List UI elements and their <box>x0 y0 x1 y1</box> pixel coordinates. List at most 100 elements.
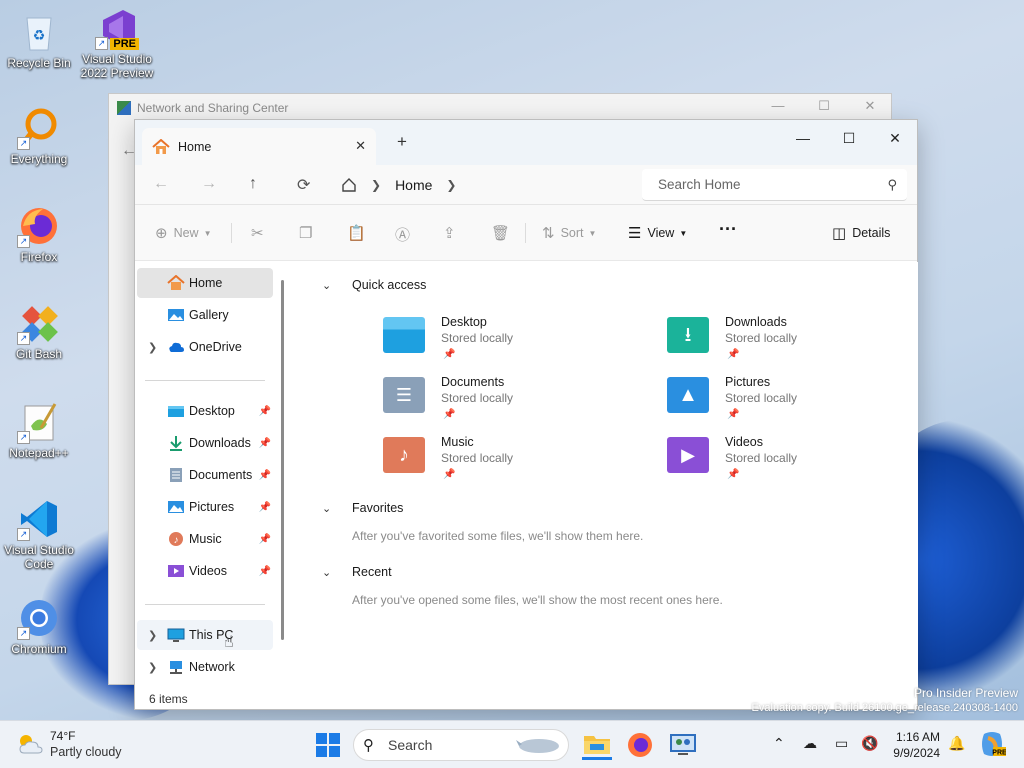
shortcut-arrow-icon: ↗ <box>17 137 30 150</box>
desktop-icon-visual-studio-preview[interactable]: PRE ↗ Visual Studio 2022 Preview <box>78 6 156 80</box>
sidebar-item-videos[interactable]: Videos 📌 <box>137 556 273 586</box>
quick-access-item[interactable]: ▲ Pictures Stored locally 📌 <box>667 375 907 431</box>
bg-minimize-button[interactable]: — <box>755 98 801 118</box>
chevron-down-icon[interactable]: ⌄ <box>322 279 352 292</box>
breadcrumb-item[interactable]: Home <box>395 177 432 193</box>
pin-icon[interactable]: 📌 <box>259 566 271 577</box>
delete-button[interactable]: 🗑 <box>491 224 516 242</box>
item-name: Videos <box>725 435 763 449</box>
taskbar-firefox[interactable] <box>625 730 655 760</box>
temperature: 74°F <box>50 729 76 743</box>
taskbar-search[interactable]: ⚲ Search <box>353 729 569 761</box>
copilot-preview-button[interactable]: PRE <box>978 730 1008 760</box>
item-location: Stored locally <box>441 331 514 345</box>
view-icon: ☰ <box>628 225 642 242</box>
system-clock[interactable]: 1:16 AM 9/9/2024 <box>880 729 940 761</box>
pin-icon[interactable]: 📌 <box>259 502 271 513</box>
search-icon: ⚲ <box>887 177 897 192</box>
desktop-icon-vscode[interactable]: ↗ Visual Studio Code <box>0 497 78 571</box>
pin-icon[interactable]: 📌 <box>259 406 271 417</box>
quick-access-item[interactable]: ☰ Documents Stored locally 📌 <box>383 375 623 431</box>
taskbar-network-center[interactable] <box>668 730 698 760</box>
sidebar-scrollbar[interactable] <box>281 280 284 640</box>
tab-bar: Home ✕ + — ☐ ✕ <box>135 120 917 165</box>
paste-button[interactable]: 📋 <box>347 224 372 242</box>
details-button[interactable]: ◫ Details <box>832 224 890 242</box>
sidebar-item-network[interactable]: ❯ Network <box>137 652 273 682</box>
desktop-icon-firefox[interactable]: ↗ Firefox <box>0 204 78 264</box>
quick-access-item[interactable]: ♪ Music Stored locally 📌 <box>383 435 623 491</box>
section-recent[interactable]: ⌄ Recent <box>322 565 392 579</box>
start-button[interactable] <box>313 730 343 760</box>
section-favorites[interactable]: ⌄ Favorites <box>322 501 403 515</box>
notification-bell-icon[interactable]: 🔔 <box>948 735 965 752</box>
breadcrumb[interactable]: ❯ Home ❯ <box>341 171 470 199</box>
share-button[interactable]: ⇪ <box>443 224 462 242</box>
sort-button[interactable]: ⇅ Sort ▼ <box>542 224 596 242</box>
refresh-button[interactable]: ⟳ <box>297 175 310 195</box>
desktop-icon-notepad-plus-plus[interactable]: ↗ Notepad++ <box>0 400 78 460</box>
recent-empty-message: After you've opened some files, we'll sh… <box>352 593 723 607</box>
chevron-right-icon[interactable]: ❯ <box>148 341 157 354</box>
sidebar-item-music[interactable]: ♪ Music 📌 <box>137 524 273 554</box>
forward-button[interactable]: → <box>201 175 217 193</box>
sidebar-item-pictures[interactable]: Pictures 📌 <box>137 492 273 522</box>
sidebar-item-gallery[interactable]: Gallery <box>137 300 273 330</box>
section-quick-access[interactable]: ⌄ Quick access <box>322 278 426 292</box>
rename-button[interactable]: Ⓐ <box>395 224 416 245</box>
search-input[interactable]: Search Home ⚲ <box>642 169 907 201</box>
quick-access-item[interactable]: Desktop Stored locally 📌 <box>383 315 623 371</box>
view-button[interactable]: ☰ View ▼ <box>628 224 687 242</box>
pin-icon[interactable]: 📌 <box>259 438 271 449</box>
onedrive-offline-icon[interactable]: ☁ <box>803 735 817 752</box>
desktop-icon-chromium[interactable]: ↗ Chromium <box>0 596 78 656</box>
pin-icon[interactable]: 📌 <box>259 470 271 481</box>
desktop-icon-everything[interactable]: ↗ Everything <box>0 106 78 166</box>
sidebar-item-downloads[interactable]: Downloads 📌 <box>137 428 273 458</box>
volume-muted-icon[interactable]: 🔇 <box>861 735 878 752</box>
git-bash-icon: ↗ <box>17 301 61 345</box>
copy-button[interactable]: ❐ <box>299 224 318 242</box>
pin-icon[interactable]: 📌 <box>259 534 271 545</box>
more-options-button[interactable]: ··· <box>719 219 737 240</box>
chevron-right-icon[interactable]: ❯ <box>148 661 157 674</box>
maximize-button[interactable]: ☐ <box>826 124 872 152</box>
new-button[interactable]: ⊕ New ▼ <box>155 224 212 242</box>
display-icon[interactable]: ▭ <box>835 735 848 752</box>
quick-access-item[interactable]: ⭳ Downloads Stored locally 📌 <box>667 315 907 371</box>
sidebar-item-home[interactable]: Home <box>137 268 273 298</box>
bg-maximize-button[interactable]: ☐ <box>801 98 847 118</box>
command-bar: ⊕ New ▼ ✂ ❐ 📋 Ⓐ ⇪ 🗑 ⇅ Sort ▼ ☰ View ▼ ··· ◫ Det… <box>135 205 917 261</box>
file-explorer-window[interactable]: Home ✕ + — ☐ ✕ ← → ↑ ⟳ ❯ Home ❯ Search H… <box>134 119 918 710</box>
new-label: New <box>173 226 199 240</box>
minimize-button[interactable]: — <box>780 124 826 152</box>
tab-home[interactable]: Home ✕ <box>142 128 376 165</box>
show-hidden-icons-button[interactable]: ⌃ <box>773 735 785 752</box>
sidebar-item-onedrive[interactable]: ❯ OneDrive <box>137 332 273 362</box>
desktop-icon-recycle-bin[interactable]: ♻ Recycle Bin <box>0 10 78 70</box>
chevron-down-icon[interactable]: ⌄ <box>322 502 352 515</box>
quick-access-item[interactable]: ▶ Videos Stored locally 📌 <box>667 435 907 491</box>
close-button[interactable]: ✕ <box>872 124 918 152</box>
pictures-icon: ▲ <box>667 377 709 413</box>
new-tab-button[interactable]: + <box>397 132 407 152</box>
sidebar-item-label: Home <box>189 276 223 290</box>
chevron-down-icon: ▼ <box>588 228 597 238</box>
back-button[interactable]: ← <box>153 175 169 193</box>
bg-close-button[interactable]: ✕ <box>847 98 893 118</box>
gallery-icon <box>168 309 184 321</box>
chevron-right-icon[interactable]: ❯ <box>446 178 456 192</box>
taskbar-file-explorer[interactable] <box>582 730 612 760</box>
chevron-down-icon[interactable]: ⌄ <box>322 566 352 579</box>
sidebar-item-documents[interactable]: Documents 📌 <box>137 460 273 490</box>
desktop-icon-git-bash[interactable]: ↗ Git Bash <box>0 301 78 361</box>
tab-close-icon[interactable]: ✕ <box>355 138 366 154</box>
sidebar-item-this-pc[interactable]: ❯ This PC <box>137 620 273 650</box>
chevron-right-icon[interactable]: ❯ <box>148 629 157 642</box>
details-pane-icon: ◫ <box>832 225 847 242</box>
sidebar-item-label: OneDrive <box>189 340 242 354</box>
cut-button[interactable]: ✂ <box>251 224 270 242</box>
sidebar-item-desktop[interactable]: Desktop 📌 <box>137 396 273 426</box>
up-button[interactable]: ↑ <box>249 175 257 193</box>
copy-icon: ❐ <box>299 225 313 242</box>
